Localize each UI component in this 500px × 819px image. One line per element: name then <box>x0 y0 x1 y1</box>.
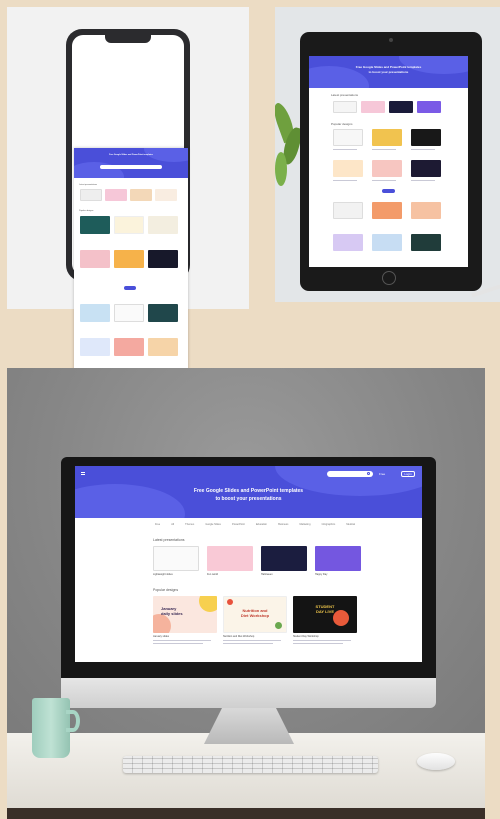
popular-caption-3[interactable]: Student Day Workshop <box>293 635 319 638</box>
latest-card-3[interactable] <box>261 546 307 571</box>
tablet-screen: Free Google Slides and PowerPoint templa… <box>309 56 468 267</box>
phone-card[interactable] <box>148 338 178 356</box>
tablet-mockup-panel: Free Google Slides and PowerPoint templa… <box>275 7 500 302</box>
latest-caption-3[interactable]: Halloween <box>261 573 273 576</box>
desktop-mockup-panel: Free Login Free Google Slides and PowerP… <box>7 368 485 819</box>
section-popular-title: Popular designs <box>153 588 179 592</box>
tablet-card[interactable] <box>333 129 363 146</box>
tablet-hero-title: Free Google Slides and PowerPoint templa… <box>355 65 422 69</box>
phone-card[interactable] <box>80 216 110 234</box>
phone-card[interactable] <box>80 250 110 268</box>
search-icon <box>367 472 370 475</box>
tablet-card[interactable] <box>389 101 413 113</box>
latest-caption-4[interactable]: Happy Day <box>315 573 327 576</box>
tablet-card[interactable] <box>411 202 441 219</box>
tablet-card[interactable] <box>372 202 402 219</box>
popular-card-2-title: Nutrition and Diet Workshop <box>240 608 270 618</box>
tablet-card[interactable] <box>333 234 363 251</box>
phone-card[interactable] <box>148 250 178 268</box>
nav-infographics[interactable]: Infographics <box>322 523 336 529</box>
popular-card-1-title: January daily slides <box>161 606 183 616</box>
latest-card-2[interactable] <box>207 546 253 571</box>
phone-card[interactable] <box>155 189 177 201</box>
tablet-more-button[interactable] <box>382 189 395 193</box>
desktop-hero: Free Login Free Google Slides and PowerP… <box>75 466 422 518</box>
popular-card-1[interactable]: January daily slides <box>153 596 217 633</box>
phone-hero-title: Free Google Slides and PowerPoint templa… <box>109 154 153 156</box>
header-link-free[interactable]: Free <box>379 472 385 476</box>
nav-business[interactable]: Business <box>278 523 288 529</box>
menu-icon[interactable] <box>81 472 85 475</box>
phone-card[interactable] <box>148 216 178 234</box>
popular-card-2[interactable]: Nutrition and Diet Workshop <box>223 596 287 633</box>
category-nav: Free All Themes Google Slides PowerPoint… <box>155 523 355 529</box>
tablet-card[interactable] <box>417 101 441 113</box>
phone-section-latest: Latest presentations <box>79 184 98 186</box>
phone-card[interactable] <box>114 304 144 322</box>
phone-card[interactable] <box>114 338 144 356</box>
phone-card[interactable] <box>80 304 110 322</box>
monitor-chin <box>61 678 436 708</box>
phone-search-bar[interactable] <box>100 165 162 169</box>
tablet-card[interactable] <box>333 101 357 113</box>
popular-caption-2[interactable]: Nutrition and Diet Workshop <box>223 635 254 638</box>
latest-card-1[interactable] <box>153 546 199 571</box>
tablet-card[interactable] <box>411 129 441 146</box>
nav-powerpoint[interactable]: PowerPoint <box>232 523 245 529</box>
desktop-hero-title: Free Google Slides and PowerPoint templa… <box>193 488 304 494</box>
tablet-card[interactable] <box>333 160 363 177</box>
tablet-camera <box>389 38 393 42</box>
tablet-hero: Free Google Slides and PowerPoint templa… <box>309 56 468 88</box>
phone-hero: Free Google Slides and PowerPoint templa… <box>74 148 188 178</box>
latest-caption-2[interactable]: Fun world <box>207 573 218 576</box>
mouse-icon[interactable] <box>417 753 455 770</box>
phone-card[interactable] <box>130 189 152 201</box>
phone-card[interactable] <box>105 189 127 201</box>
tablet-card[interactable] <box>372 160 402 177</box>
phone-section-popular: Popular designs <box>79 210 94 212</box>
phone-card[interactable] <box>80 189 102 201</box>
popular-card-3[interactable]: STUDENT DAY LIVE <box>293 596 357 633</box>
nav-themes[interactable]: Themes <box>185 523 194 529</box>
phone-notch <box>105 34 151 43</box>
search-input[interactable] <box>327 471 373 477</box>
tablet-card[interactable] <box>361 101 385 113</box>
keyboard-icon[interactable] <box>123 756 378 773</box>
monitor-screen: Free Login Free Google Slides and PowerP… <box>75 466 422 662</box>
tablet-card[interactable] <box>411 160 441 177</box>
header-link-login[interactable]: Login <box>401 471 415 477</box>
latest-caption-1[interactable]: Lightweight slides <box>153 573 173 576</box>
tablet-section-popular: Popular designs <box>331 122 353 126</box>
home-button-icon[interactable] <box>382 271 396 285</box>
desk <box>7 733 485 819</box>
logo[interactable] <box>81 471 103 477</box>
popular-caption-1[interactable]: January slides <box>153 635 169 638</box>
tablet-card[interactable] <box>333 202 363 219</box>
phone-card[interactable] <box>114 250 144 268</box>
phone-card[interactable] <box>80 338 110 356</box>
latest-card-4[interactable] <box>315 546 361 571</box>
phone-more-button[interactable] <box>124 286 136 290</box>
nav-free[interactable]: Free <box>155 523 160 529</box>
nav-marketing[interactable]: Marketing <box>299 523 310 529</box>
desk-edge <box>7 808 485 819</box>
section-latest-title: Latest presentations <box>153 538 185 542</box>
popular-card-3-title: STUDENT DAY LIVE <box>315 604 335 614</box>
nav-medical[interactable]: Medical <box>346 523 355 529</box>
nav-education[interactable]: Education <box>256 523 267 529</box>
phone-card[interactable] <box>114 216 144 234</box>
nav-all[interactable]: All <box>171 523 174 529</box>
desktop-hero-subtitle: to boost your presentations <box>215 496 282 502</box>
tablet-hero-subtitle: to boost your presentations <box>368 70 409 74</box>
mug-icon <box>32 698 80 760</box>
phone-page-strip: Free Google Slides and PowerPoint templa… <box>74 148 188 386</box>
tablet-card[interactable] <box>372 129 402 146</box>
tablet-section-latest: Latest presentations <box>331 93 359 97</box>
mockup-collage: { "colors": { "background": "#ecdcc4", "… <box>0 0 500 819</box>
tablet-card[interactable] <box>411 234 441 251</box>
plant-icon <box>275 100 304 192</box>
phone-card[interactable] <box>148 304 178 322</box>
tablet-card[interactable] <box>372 234 402 251</box>
nav-google-slides[interactable]: Google Slides <box>205 523 221 529</box>
